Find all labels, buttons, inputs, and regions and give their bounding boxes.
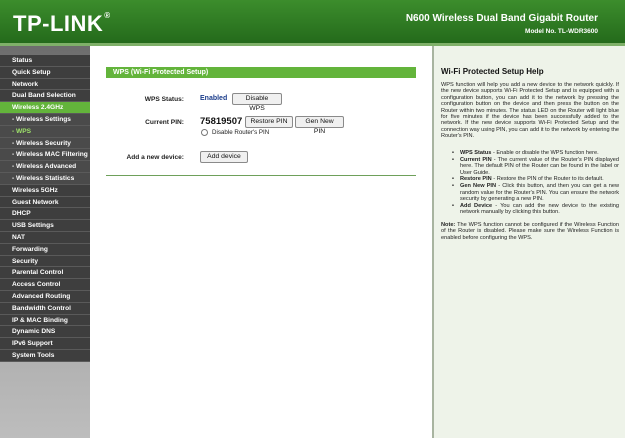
sidebar-item-forwarding[interactable]: Forwarding [0, 243, 90, 256]
sidebar-item-ip-mac-binding[interactable]: IP & MAC Binding [0, 314, 90, 327]
sidebar-item-wireless-2-4ghz[interactable]: Wireless 2.4GHz [0, 102, 90, 114]
help-note: Note: The WPS function cannot be configu… [441, 222, 619, 241]
help-list-item: Gen New PIN - Click this button, and the… [452, 183, 619, 202]
disable-router-pin-label: Disable Router's PIN [212, 129, 270, 136]
sidebar-item-ipv6-support[interactable]: IPv6 Support [0, 338, 90, 350]
help-list-item: Current PIN - The current value of the R… [452, 157, 619, 176]
help-list-item: Add Device - You can add the new device … [452, 203, 619, 216]
restore-pin-button[interactable]: Restore PIN [245, 116, 293, 128]
sidebar-item-wireless-security[interactable]: - Wireless Security [0, 137, 90, 150]
help-list: WPS Status - Enable or disable the WPS f… [452, 150, 619, 216]
help-title: Wi-Fi Protected Setup Help [441, 67, 544, 76]
sidebar-item-usb-settings[interactable]: USB Settings [0, 220, 90, 232]
disable-router-pin-checkbox[interactable] [201, 129, 208, 136]
sidebar-item-guest-network[interactable]: Guest Network [0, 196, 90, 209]
model-number: Model No. TL-WDR3600 [525, 28, 598, 35]
add-new-device-label: Add a new device: [126, 154, 184, 161]
sidebar-item-dhcp[interactable]: DHCP [0, 208, 90, 221]
tp-link-logo: TP-LINK® [13, 11, 111, 36]
sidebar-item-parental-control[interactable]: Parental Control [0, 267, 90, 280]
wps-status-label: WPS Status: [144, 96, 184, 103]
product-name: N600 Wireless Dual Band Gigabit Router [405, 13, 598, 24]
sidebar-item-bandwidth-control[interactable]: Bandwidth Control [0, 302, 90, 315]
add-device-button[interactable]: Add device [200, 151, 248, 163]
help-intro: WPS function will help you add a new dev… [441, 82, 619, 140]
header-bar: TP-LINK® N600 Wireless Dual Band Gigabit… [0, 0, 625, 43]
sidebar-item-wps[interactable]: - WPS [0, 125, 90, 138]
disable-wps-button[interactable]: Disable WPS [232, 93, 282, 112]
section-divider [106, 175, 416, 176]
sidebar-item-system-tools[interactable]: System Tools [0, 349, 90, 362]
sidebar-item-dual-band-selection[interactable]: Dual Band Selection [0, 90, 90, 103]
sidebar-nav: Status Quick Setup Network Dual Band Select… [0, 46, 90, 438]
sidebar-item-nat[interactable]: NAT [0, 231, 90, 244]
sidebar-item-advanced-routing[interactable]: Advanced Routing [0, 290, 90, 303]
sidebar-item-wireless-statistics[interactable]: - Wireless Statistics [0, 172, 90, 185]
sidebar-item-wireless-5ghz[interactable]: Wireless 5GHz [0, 184, 90, 197]
wps-status-value: Enabled [200, 95, 228, 102]
sidebar-item-access-control[interactable]: Access Control [0, 279, 90, 291]
help-list-item: WPS Status - Enable or disable the WPS f… [452, 150, 619, 157]
gen-new-pin-button[interactable]: Gen New PIN [295, 116, 344, 135]
sidebar-item-network[interactable]: Network [0, 78, 90, 91]
sidebar-item-status[interactable]: Status [0, 55, 90, 67]
help-list-item: Restore PIN - Restore the PIN of the Rou… [452, 176, 619, 183]
current-pin-label: Current PIN: [145, 119, 184, 126]
sidebar-item-dynamic-dns[interactable]: Dynamic DNS [0, 326, 90, 339]
sidebar-item-wireless-advanced[interactable]: - Wireless Advanced [0, 161, 90, 173]
sidebar-item-wireless-mac-filtering[interactable]: - Wireless MAC Filtering [0, 149, 90, 162]
sidebar-item-quick-setup[interactable]: Quick Setup [0, 66, 90, 79]
sidebar-item-security[interactable]: Security [0, 255, 90, 268]
current-pin-value: 75819507 [200, 116, 243, 127]
section-title: WPS (Wi-Fi Protected Setup) [106, 67, 416, 78]
sidebar-item-wireless-settings[interactable]: - Wireless Settings [0, 113, 90, 126]
